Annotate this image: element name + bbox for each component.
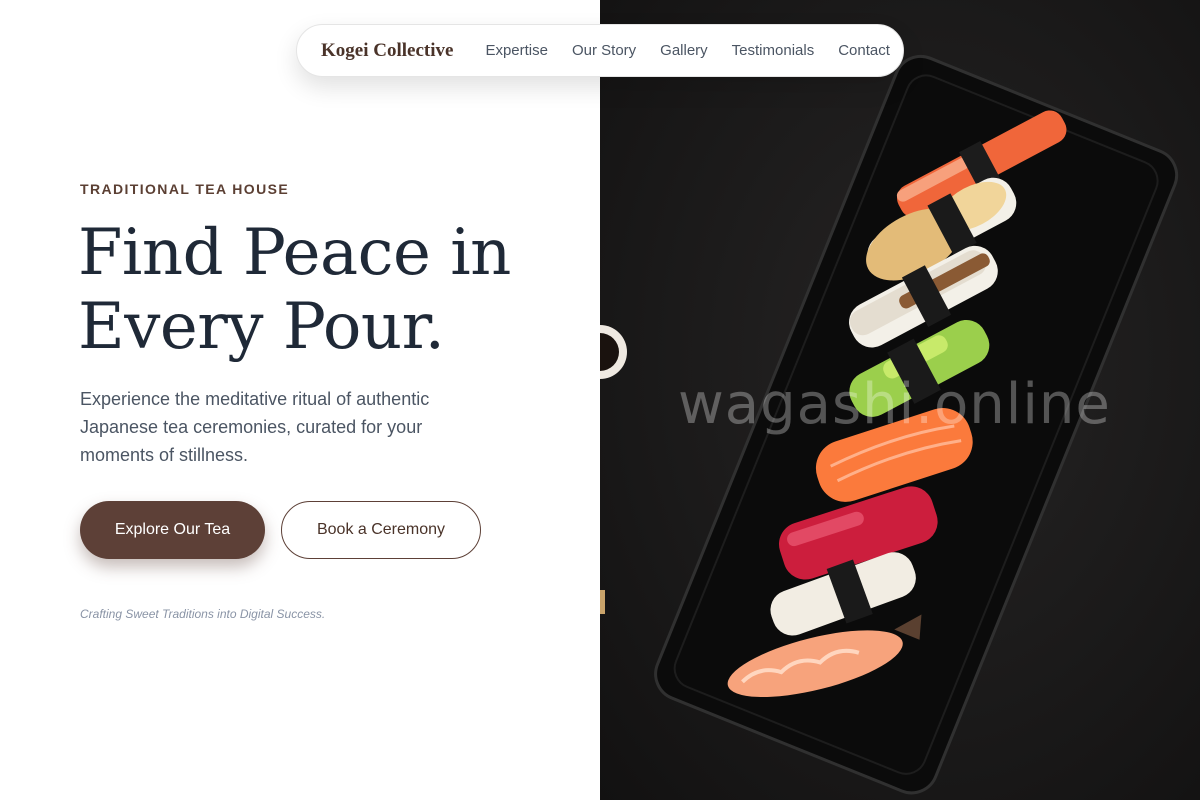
nav-link-expertise[interactable]: Expertise bbox=[485, 42, 548, 59]
hero-headline: Find Peace in Every Pour. bbox=[78, 216, 578, 364]
nav-link-gallery[interactable]: Gallery bbox=[660, 42, 708, 59]
nav-link-testimonials[interactable]: Testimonials bbox=[732, 42, 815, 59]
soy-sauce-dish bbox=[600, 325, 627, 379]
watermark-text: wagashi.online bbox=[678, 372, 1111, 437]
explore-tea-button[interactable]: Explore Our Tea bbox=[80, 501, 265, 559]
book-ceremony-button[interactable]: Book a Ceremony bbox=[281, 501, 481, 559]
brand-logo[interactable]: Kogei Collective bbox=[321, 40, 453, 62]
nav-links: Expertise Our Story Gallery Testimonials… bbox=[485, 42, 889, 59]
nav-link-contact[interactable]: Contact bbox=[838, 42, 890, 59]
nav-link-our-story[interactable]: Our Story bbox=[572, 42, 636, 59]
hero-subcopy: Experience the meditative ritual of auth… bbox=[80, 389, 430, 465]
hero-photo: wagashi.online bbox=[600, 0, 1200, 800]
hero-eyebrow: TRADITIONAL TEA HOUSE bbox=[80, 181, 290, 197]
headline-line-2: Every Pour. bbox=[78, 290, 445, 364]
hero-tagline: Crafting Sweet Traditions into Digital S… bbox=[80, 607, 326, 621]
headline-line-1: Find Peace in bbox=[78, 216, 511, 290]
top-navigation: Kogei Collective Expertise Our Story Gal… bbox=[296, 24, 904, 77]
chopstick bbox=[600, 590, 605, 614]
